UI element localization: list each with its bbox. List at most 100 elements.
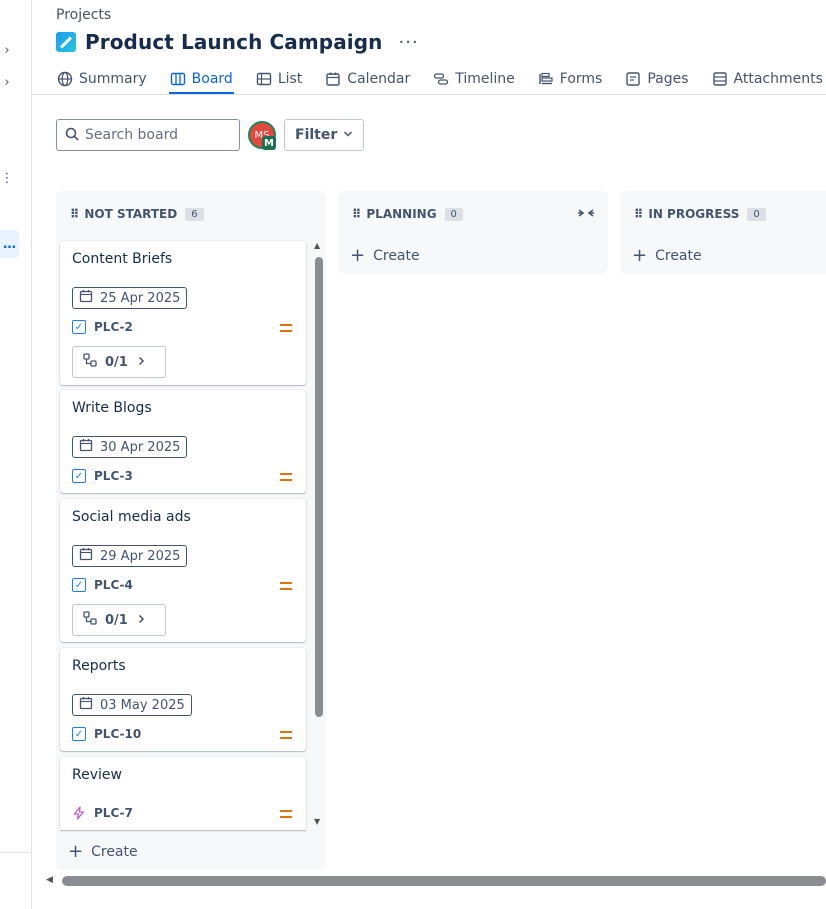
tab-attachments[interactable]: Attachments (711, 64, 824, 94)
avatar-badge: M (262, 136, 276, 150)
column-name: IN PROGRESS (648, 207, 740, 221)
tab-label: Board (191, 71, 233, 87)
create-label: Create (373, 247, 420, 264)
column-scrollbar[interactable]: ▲ ▼ (314, 241, 324, 826)
drag-handle-icon[interactable]: ⠿ (70, 207, 79, 221)
board-icon (170, 71, 186, 87)
search-board[interactable] (56, 119, 240, 151)
expand-chevron-icon[interactable]: › (0, 40, 14, 60)
issue-key-row: ✓ PLC-2 (72, 320, 133, 334)
scroll-down-icon[interactable]: ▼ (314, 817, 320, 826)
column-not-started: ⠿ NOT STARTED 6 Content Briefs 25 Apr 20… (56, 191, 326, 870)
issue-count-badge: 6 (185, 207, 204, 221)
tab-forms[interactable]: Forms (537, 64, 604, 94)
issue-key[interactable]: PLC-4 (94, 578, 133, 592)
due-date: 25 Apr 2025 (100, 290, 181, 306)
tab-list[interactable]: List (255, 64, 303, 94)
card-title: Review (72, 767, 122, 783)
issue-card[interactable]: Review PLC-7 (60, 757, 306, 830)
chevron-down-icon (343, 127, 353, 143)
issue-card[interactable]: Social media ads 29 Apr 2025 ✓ PLC-4 0/1 (60, 499, 306, 642)
task-checkbox-icon: ✓ (72, 727, 86, 741)
plus-icon: + (632, 245, 648, 266)
calendar-icon (79, 696, 93, 714)
calendar-icon (79, 289, 93, 307)
plus-icon: + (350, 245, 366, 266)
priority-medium-icon (280, 473, 292, 481)
tab-board[interactable]: Board (168, 64, 234, 94)
create-issue-button[interactable]: + Create (68, 841, 138, 862)
scrollbar-thumb[interactable] (62, 876, 826, 886)
column-in-progress: ⠿ IN PROGRESS 0 + Create (620, 191, 826, 274)
drag-handle-icon[interactable]: ⠿ (634, 207, 643, 221)
priority-medium-icon (280, 810, 292, 818)
scroll-left-icon[interactable]: ◀ (46, 875, 53, 885)
collapse-column-icon[interactable] (578, 207, 594, 222)
create-issue-button[interactable]: + Create (350, 245, 420, 266)
due-date-chip[interactable]: 25 Apr 2025 (72, 287, 188, 309)
filter-button[interactable]: Filter (284, 119, 365, 151)
more-icon[interactable]: ⋮ (0, 168, 14, 188)
priority-medium-icon (280, 582, 292, 590)
issue-card[interactable]: Content Briefs 25 Apr 2025 ✓ PLC-2 0/1 (60, 241, 306, 385)
page-title: Product Launch Campaign (85, 30, 383, 54)
timeline-icon (433, 71, 449, 87)
issue-count-badge: 0 (444, 207, 463, 221)
issue-key[interactable]: PLC-7 (94, 806, 133, 820)
due-date-chip[interactable]: 30 Apr 2025 (72, 436, 188, 458)
drag-handle-icon[interactable]: ⠿ (352, 207, 361, 221)
issue-card[interactable]: Reports 03 May 2025 ✓ PLC-10 (60, 648, 306, 751)
list-icon (256, 71, 272, 87)
due-date-chip[interactable]: 03 May 2025 (72, 694, 192, 716)
tab-calendar[interactable]: Calendar (324, 64, 411, 94)
column-name: PLANNING (366, 207, 437, 221)
calendar-icon (79, 547, 93, 565)
chevron-right-icon (136, 355, 146, 370)
issue-key[interactable]: PLC-2 (94, 320, 133, 334)
column-header[interactable]: ⠿ PLANNING 0 (352, 207, 463, 221)
child-progress: 0/1 (105, 612, 128, 628)
column-header[interactable]: ⠿ IN PROGRESS 0 (634, 207, 766, 221)
due-date-chip[interactable]: 29 Apr 2025 (72, 545, 188, 567)
due-date: 29 Apr 2025 (100, 548, 181, 564)
calendar-icon (325, 71, 341, 87)
scroll-up-icon[interactable]: ▲ (314, 241, 320, 250)
left-sidebar: › › ⋮ … (0, 0, 32, 909)
scrollbar-thumb[interactable] (315, 257, 323, 717)
chevron-right-icon (136, 613, 146, 628)
issue-key-row: ✓ PLC-4 (72, 578, 133, 592)
tab-summary[interactable]: Summary (56, 64, 148, 94)
search-input[interactable] (85, 127, 225, 143)
child-issues-button[interactable]: 0/1 (72, 604, 166, 636)
issue-card[interactable]: Write Blogs 30 Apr 2025 ✓ PLC-3 (60, 390, 306, 493)
tab-label: Attachments (733, 71, 823, 87)
tab-label: Pages (647, 71, 689, 87)
project-rocket-icon (56, 32, 76, 52)
issue-key-row: PLC-7 (72, 806, 133, 820)
child-issues-button[interactable]: 0/1 (72, 346, 166, 378)
tab-timeline[interactable]: Timeline (432, 64, 516, 94)
more-actions-icon[interactable]: ··· (399, 32, 419, 53)
globe-icon (57, 71, 73, 87)
create-issue-button[interactable]: + Create (632, 245, 702, 266)
column-name: NOT STARTED (84, 207, 178, 221)
task-checkbox-icon: ✓ (72, 469, 86, 483)
tab-label: Forms (559, 71, 603, 87)
issue-key[interactable]: PLC-10 (94, 727, 141, 741)
plus-icon: + (68, 841, 84, 862)
board-horizontal-scrollbar[interactable]: ◀ (46, 874, 826, 888)
expand-chevron-icon[interactable]: › (0, 72, 14, 92)
column-header[interactable]: ⠿ NOT STARTED 6 (70, 207, 204, 221)
card-title: Write Blogs (72, 400, 152, 416)
priority-medium-icon (280, 324, 292, 332)
sidebar-active-item[interactable]: … (0, 230, 19, 258)
search-icon (65, 126, 79, 145)
subtask-icon (83, 353, 97, 371)
tab-pages[interactable]: Pages (624, 64, 689, 94)
header-divider (32, 94, 826, 95)
card-title: Reports (72, 658, 126, 674)
breadcrumb[interactable]: Projects (56, 7, 111, 23)
task-checkbox-icon: ✓ (72, 320, 86, 334)
tab-label: Timeline (455, 71, 515, 87)
issue-key[interactable]: PLC-3 (94, 469, 133, 483)
